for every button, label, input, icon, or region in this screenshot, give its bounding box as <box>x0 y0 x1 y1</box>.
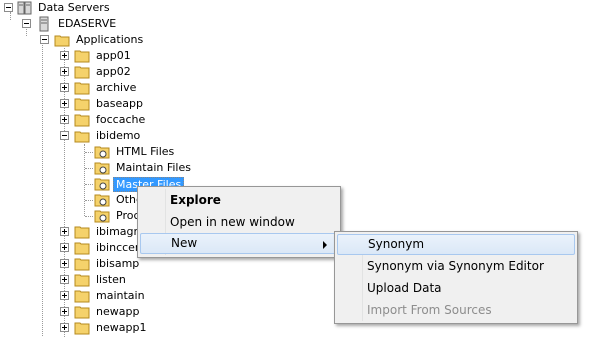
menu-item-explore[interactable]: Explore <box>140 190 338 211</box>
folder-icon <box>74 306 90 319</box>
submenu-arrow-icon <box>323 241 327 249</box>
collapse-toggle-icon[interactable] <box>40 35 49 44</box>
collapse-toggle-icon[interactable] <box>4 3 13 12</box>
folder-open-icon <box>54 35 70 47</box>
menu-item-label: New <box>171 236 198 250</box>
folder-icon <box>74 258 90 271</box>
folder-icon <box>74 66 90 79</box>
tree-line <box>10 12 11 20</box>
file-folder-icon <box>94 146 110 159</box>
tree-label[interactable]: newapp1 <box>94 320 148 336</box>
tree-label[interactable]: foccache <box>94 112 147 128</box>
server-icon <box>39 16 49 32</box>
tree-label[interactable]: EDASERVE <box>56 16 118 32</box>
menu-item-new[interactable]: New <box>140 233 338 254</box>
tree-line <box>42 40 43 336</box>
tree-line <box>85 216 93 217</box>
folder-icon <box>74 322 90 335</box>
expand-toggle-icon[interactable] <box>60 323 69 332</box>
collapse-toggle-icon[interactable] <box>22 19 31 28</box>
expand-toggle-icon[interactable] <box>60 67 69 76</box>
menu-item-upload-data[interactable]: Upload Data <box>337 278 575 299</box>
folder-icon <box>74 114 90 127</box>
expand-toggle-icon[interactable] <box>60 83 69 92</box>
folder-icon <box>74 242 90 255</box>
tree-label[interactable]: app01 <box>94 48 133 64</box>
context-menu: Explore Open in new window New <box>137 186 341 258</box>
expand-toggle-icon[interactable] <box>60 291 69 300</box>
file-folder-icon <box>94 194 110 207</box>
expand-toggle-icon[interactable] <box>60 259 69 268</box>
expand-toggle-icon[interactable] <box>60 275 69 284</box>
expand-toggle-icon[interactable] <box>60 227 69 236</box>
server-group-icon <box>17 1 32 15</box>
collapse-toggle-icon[interactable] <box>60 131 69 140</box>
expand-toggle-icon[interactable] <box>60 99 69 108</box>
expand-toggle-icon[interactable] <box>60 115 69 124</box>
expand-toggle-icon[interactable] <box>60 307 69 316</box>
menu-item-open-new-window[interactable]: Open in new window <box>140 212 338 233</box>
menu-item-synonym-editor[interactable]: Synonym via Synonym Editor <box>337 256 575 277</box>
tree-label[interactable]: archive <box>94 80 138 96</box>
tree-label[interactable]: ibimagn <box>94 224 143 240</box>
tree-line <box>84 144 85 216</box>
file-folder-icon <box>94 210 110 223</box>
folder-open-icon <box>74 131 90 143</box>
folder-icon <box>74 98 90 111</box>
folder-icon <box>74 290 90 303</box>
file-folder-icon <box>94 162 110 175</box>
tree-label[interactable]: listen <box>94 272 128 288</box>
folder-icon <box>74 50 90 63</box>
tree-label[interactable]: app02 <box>94 64 133 80</box>
tree-line <box>85 184 93 185</box>
menu-item-synonym[interactable]: Synonym <box>337 234 575 255</box>
expand-toggle-icon[interactable] <box>60 243 69 252</box>
tree-label[interactable]: HTML Files <box>114 144 176 160</box>
tree-label[interactable]: newapp <box>94 304 141 320</box>
tree-label[interactable]: Applications <box>74 32 145 48</box>
expand-toggle-icon[interactable] <box>60 51 69 60</box>
file-folder-icon <box>94 178 110 191</box>
tree-label[interactable]: ibisamp <box>94 256 141 272</box>
tree-label[interactable]: ibidemo <box>94 128 142 144</box>
tree-label[interactable]: baseapp <box>94 96 145 112</box>
tree-label[interactable]: maintain <box>94 288 147 304</box>
tree-line <box>85 152 93 153</box>
folder-icon <box>74 226 90 239</box>
folder-icon <box>74 274 90 287</box>
folder-icon <box>74 82 90 95</box>
submenu-new: Synonym Synonym via Synonym Editor Uploa… <box>334 231 578 324</box>
tree-label[interactable]: Data Servers <box>36 0 112 16</box>
tree-line <box>85 168 93 169</box>
tree-label[interactable]: Maintain Files <box>114 160 193 176</box>
tree-line <box>85 200 93 201</box>
menu-item-import-from-sources: Import From Sources <box>367 303 492 317</box>
